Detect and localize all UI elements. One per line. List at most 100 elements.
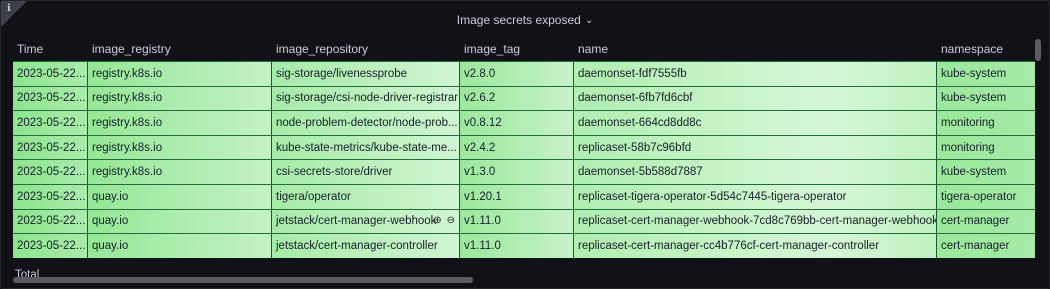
table-row[interactable]: 2023-05-22... registry.k8s.io kube-state-m… (13, 134, 1035, 160)
cell-text: daemonset-664cd8dd8c (578, 116, 702, 129)
cell-text: kube-state-metrics/kube-state-me... (276, 141, 457, 154)
cell-image-repository[interactable]: tigera/operator (272, 184, 460, 209)
panel: ℹ Image secrets exposed ⌄ Time image_reg… (0, 0, 1050, 289)
cell-name[interactable]: daemonset-5b588d7887 (574, 160, 937, 184)
cell-text: daemonset-6fb7fd6cbf (578, 92, 693, 105)
cell-image-registry[interactable]: quay.io (88, 209, 272, 234)
cell-time[interactable]: 2023-05-22... (13, 160, 88, 184)
cell-name[interactable]: daemonset-fdf7555fb (574, 62, 937, 86)
cell-name[interactable]: replicaset-cert-manager-webhook-7cd8c769… (574, 209, 937, 234)
cell-text: tigera-operator (941, 190, 1017, 203)
cell-text: quay.io (92, 190, 129, 203)
column-header-namespace[interactable]: namespace (937, 42, 1035, 56)
cell-text: monitoring (941, 116, 995, 129)
cell-text: 2023-05-22... (17, 92, 86, 105)
cell-image-repository[interactable]: node-problem-detector/node-prob... (272, 111, 460, 135)
cell-image-registry[interactable]: quay.io (88, 184, 272, 209)
cell-namespace[interactable]: monitoring (937, 135, 1035, 160)
panel-header[interactable]: Image secrets exposed ⌄ (1, 10, 1049, 30)
cell-image-repository[interactable]: jetstack/cert-manager-controller (272, 234, 460, 258)
cell-text: kube-system (941, 92, 1007, 105)
cell-name[interactable]: replicaset-58b7c96bfd (574, 135, 937, 160)
cell-time[interactable]: 2023-05-22... (13, 62, 88, 86)
cell-image-tag[interactable]: v0.8.12 (460, 111, 574, 135)
cell-image-registry[interactable]: registry.k8s.io (88, 62, 272, 86)
column-header-image-repository[interactable]: image_repository (272, 42, 460, 56)
cell-namespace[interactable]: tigera-operator (937, 184, 1035, 209)
zoom-in-icon[interactable]: ⊕ (433, 215, 441, 226)
cell-image-tag[interactable]: v1.11.0 (460, 234, 574, 258)
zoom-out-icon[interactable]: ⊖ (447, 215, 455, 226)
cell-namespace[interactable]: monitoring (937, 111, 1035, 135)
cell-time[interactable]: 2023-05-22... (13, 86, 88, 111)
table-row[interactable]: 2023-05-22... registry.k8s.io sig-storage/… (13, 85, 1035, 111)
cell-text: registry.k8s.io (92, 166, 163, 179)
cell-namespace[interactable]: cert-manager (937, 234, 1035, 258)
table-row[interactable]: 2023-05-22... quay.io jetstack/cert-manage… (13, 208, 1035, 234)
cell-image-tag[interactable]: v1.11.0 (460, 209, 574, 234)
cell-namespace[interactable]: kube-system (937, 160, 1035, 184)
cell-text: v1.11.0 (464, 239, 501, 252)
cell-text: daemonset-fdf7555fb (578, 67, 687, 80)
cell-time[interactable]: 2023-05-22... (13, 135, 88, 160)
data-table: Time image_registry image_repository ima… (13, 37, 1035, 258)
column-header-image-tag[interactable]: image_tag (460, 42, 574, 56)
table-row[interactable]: 2023-05-22... registry.k8s.io csi-secrets-… (13, 159, 1035, 184)
cell-text: quay.io (92, 215, 129, 228)
column-header-image-registry[interactable]: image_registry (88, 42, 272, 56)
cell-image-repository[interactable]: sig-storage/csi-node-driver-registrar (272, 86, 460, 111)
cell-text: replicaset-cert-manager-webhook-7cd8c769… (578, 215, 937, 228)
cell-image-tag[interactable]: v1.3.0 (460, 160, 574, 184)
cell-text: 2023-05-22... (17, 141, 86, 154)
table-row[interactable]: 2023-05-22... registry.k8s.io sig-storage/… (13, 61, 1035, 86)
table-header: Time image_registry image_repository ima… (13, 37, 1035, 61)
cell-namespace[interactable]: kube-system (937, 86, 1035, 111)
horizontal-scrollbar[interactable] (13, 277, 473, 283)
cell-namespace[interactable]: cert-manager (937, 209, 1035, 234)
cell-text: v0.8.12 (464, 116, 502, 129)
cell-image-registry[interactable]: registry.k8s.io (88, 111, 272, 135)
cell-text: v1.11.0 (464, 215, 501, 228)
table-row[interactable]: 2023-05-22... quay.io tigera/operator v1.20… (13, 183, 1035, 209)
column-header-time[interactable]: Time (13, 42, 88, 56)
cell-name[interactable]: replicaset-cert-manager-cc4b776cf-cert-m… (574, 234, 937, 258)
column-header-name[interactable]: name (574, 42, 937, 56)
cell-image-tag[interactable]: v2.4.2 (460, 135, 574, 160)
cell-time[interactable]: 2023-05-22... (13, 209, 88, 234)
cell-namespace[interactable]: kube-system (937, 62, 1035, 86)
table-row[interactable]: 2023-05-22... registry.k8s.io node-problem… (13, 110, 1035, 135)
cell-text: v2.8.0 (464, 67, 496, 80)
cell-image-tag[interactable]: v2.6.2 (460, 86, 574, 111)
cell-text: replicaset-58b7c96bfd (578, 141, 692, 154)
cell-image-tag[interactable]: v2.8.0 (460, 62, 574, 86)
cell-image-registry[interactable]: quay.io (88, 234, 272, 258)
vertical-scrollbar[interactable] (1035, 39, 1041, 61)
cell-text: kube-system (941, 67, 1007, 80)
cell-text: sig-storage/csi-node-driver-registrar (276, 92, 459, 105)
cell-text: registry.k8s.io (92, 116, 163, 129)
cell-image-registry[interactable]: registry.k8s.io (88, 135, 272, 160)
cell-image-tag[interactable]: v1.20.1 (460, 184, 574, 209)
cell-text: kube-system (941, 166, 1007, 179)
cell-text: tigera/operator (276, 190, 351, 203)
cell-time[interactable]: 2023-05-22... (13, 184, 88, 209)
cell-time[interactable]: 2023-05-22... (13, 111, 88, 135)
cell-image-registry[interactable]: registry.k8s.io (88, 86, 272, 111)
cell-text: 2023-05-22... (17, 166, 86, 179)
cell-filter-actions: ⊕ ⊖ (433, 215, 455, 226)
cell-image-registry[interactable]: registry.k8s.io (88, 160, 272, 184)
cell-name[interactable]: daemonset-664cd8dd8c (574, 111, 937, 135)
table-row[interactable]: 2023-05-22... quay.io jetstack/cert-manage… (13, 233, 1035, 258)
cell-name[interactable]: daemonset-6fb7fd6cbf (574, 86, 937, 111)
cell-image-repository[interactable]: kube-state-metrics/kube-state-me... (272, 135, 460, 160)
chevron-down-icon[interactable]: ⌄ (585, 15, 593, 26)
cell-name[interactable]: replicaset-tigera-operator-5d54c7445-tig… (574, 184, 937, 209)
cell-image-repository[interactable]: jetstack/cert-manager-webhook ⊕ ⊖ (272, 209, 460, 234)
cell-text: registry.k8s.io (92, 67, 163, 80)
cell-text: jetstack/cert-manager-controller (276, 239, 438, 252)
cell-time[interactable]: 2023-05-22... (13, 234, 88, 258)
cell-text: cert-manager (941, 215, 1010, 228)
panel-title[interactable]: Image secrets exposed (457, 13, 581, 27)
cell-image-repository[interactable]: sig-storage/livenessprobe (272, 62, 460, 86)
cell-image-repository[interactable]: csi-secrets-store/driver (272, 160, 460, 184)
